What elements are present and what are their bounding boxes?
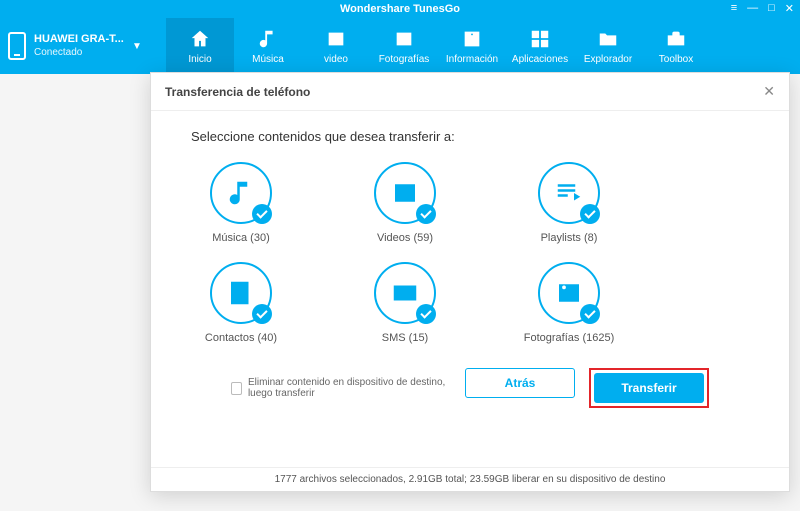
- title-bar: Wondershare TunesGo ≡ — □ ✕: [0, 0, 800, 18]
- sms-circle: [374, 262, 436, 324]
- nav-photos[interactable]: Fotografías: [370, 18, 438, 74]
- nav-label: Fotografías: [379, 54, 430, 65]
- check-icon: [252, 304, 272, 324]
- music-icon: [226, 178, 256, 208]
- item-contacts[interactable]: Contactos (40): [191, 262, 291, 344]
- dialog-prompt: Seleccione contenidos que desea transfer…: [191, 129, 749, 144]
- check-icon: [416, 204, 436, 224]
- item-videos[interactable]: Videos (59): [355, 162, 455, 244]
- toolbox-icon: [665, 28, 687, 50]
- content-grid: Música (30) Videos (59) Playlists (8) Co…: [191, 162, 749, 362]
- info-icon: [461, 28, 483, 50]
- checkbox-icon: [231, 382, 242, 395]
- item-label: Videos (59): [377, 232, 433, 244]
- nav-toolbox[interactable]: Toolbox: [642, 18, 710, 74]
- nav-tabs: Inicio Música video Fotografías Información A…: [166, 18, 710, 74]
- nav-music[interactable]: Música: [234, 18, 302, 74]
- nav-video[interactable]: video: [302, 18, 370, 74]
- music-icon: [257, 28, 279, 50]
- transfer-dialog: Transferencia de teléfono ✕ Seleccione c…: [150, 72, 790, 492]
- sms-icon: [390, 278, 420, 308]
- apps-icon: [529, 28, 551, 50]
- nav-info[interactable]: Información: [438, 18, 506, 74]
- delete-checkbox[interactable]: Eliminar contenido en dispositivo de des…: [231, 377, 465, 399]
- explorer-icon: [597, 28, 619, 50]
- check-icon: [252, 204, 272, 224]
- nav-label: Toolbox: [659, 54, 693, 65]
- nav-label: Aplicaciones: [512, 54, 568, 65]
- item-playlists[interactable]: Playlists (8): [519, 162, 619, 244]
- transfer-highlight: Transferir: [589, 368, 709, 408]
- minimize-icon[interactable]: —: [747, 2, 758, 15]
- item-label: Música (30): [212, 232, 269, 244]
- photos-icon: [554, 278, 584, 308]
- photos-icon: [393, 28, 415, 50]
- dialog-close-button[interactable]: ✕: [763, 83, 775, 100]
- settings-icon[interactable]: ≡: [731, 2, 737, 15]
- check-icon: [416, 304, 436, 324]
- delete-label: Eliminar contenido en dispositivo de des…: [248, 377, 465, 399]
- nav-apps[interactable]: Aplicaciones: [506, 18, 574, 74]
- top-bar: HUAWEI GRA-T... Conectado ▼ Inicio Música…: [0, 18, 800, 74]
- home-icon: [189, 28, 211, 50]
- item-label: Fotografías (1625): [524, 332, 615, 344]
- contacts-circle: [210, 262, 272, 324]
- nav-label: Información: [446, 54, 498, 65]
- item-label: Playlists (8): [541, 232, 598, 244]
- device-selector[interactable]: HUAWEI GRA-T... Conectado ▼: [8, 18, 156, 74]
- device-status: Conectado: [34, 47, 124, 59]
- close-icon[interactable]: ✕: [785, 2, 794, 15]
- nav-explorer[interactable]: Explorador: [574, 18, 642, 74]
- item-music[interactable]: Música (30): [191, 162, 291, 244]
- video-icon: [325, 28, 347, 50]
- videos-icon: [390, 178, 420, 208]
- contacts-icon: [226, 278, 256, 308]
- nav-label: Música: [252, 54, 284, 65]
- nav-label: video: [324, 54, 348, 65]
- item-label: SMS (15): [382, 332, 428, 344]
- check-icon: [580, 304, 600, 324]
- back-button[interactable]: Atrás: [465, 368, 575, 398]
- nav-label: Inicio: [188, 54, 211, 65]
- videos-circle: [374, 162, 436, 224]
- status-bar: 1777 archivos seleccionados, 2.91GB tota…: [151, 467, 789, 491]
- maximize-icon[interactable]: □: [768, 2, 775, 15]
- dialog-header: Transferencia de teléfono ✕: [151, 73, 789, 111]
- chevron-down-icon: ▼: [132, 41, 142, 52]
- music-circle: [210, 162, 272, 224]
- nav-label: Explorador: [584, 54, 632, 65]
- photos-circle: [538, 262, 600, 324]
- phone-icon: [8, 32, 26, 60]
- playlists-icon: [554, 178, 584, 208]
- transfer-button[interactable]: Transferir: [594, 373, 704, 403]
- item-photos[interactable]: Fotografías (1625): [519, 262, 619, 344]
- item-sms[interactable]: SMS (15): [355, 262, 455, 344]
- dialog-title: Transferencia de teléfono: [165, 85, 310, 99]
- item-label: Contactos (40): [205, 332, 277, 344]
- app-title: Wondershare TunesGo: [340, 3, 460, 15]
- nav-home[interactable]: Inicio: [166, 18, 234, 74]
- device-name: HUAWEI GRA-T...: [34, 33, 124, 46]
- window-controls: ≡ — □ ✕: [731, 2, 794, 15]
- playlists-circle: [538, 162, 600, 224]
- check-icon: [580, 204, 600, 224]
